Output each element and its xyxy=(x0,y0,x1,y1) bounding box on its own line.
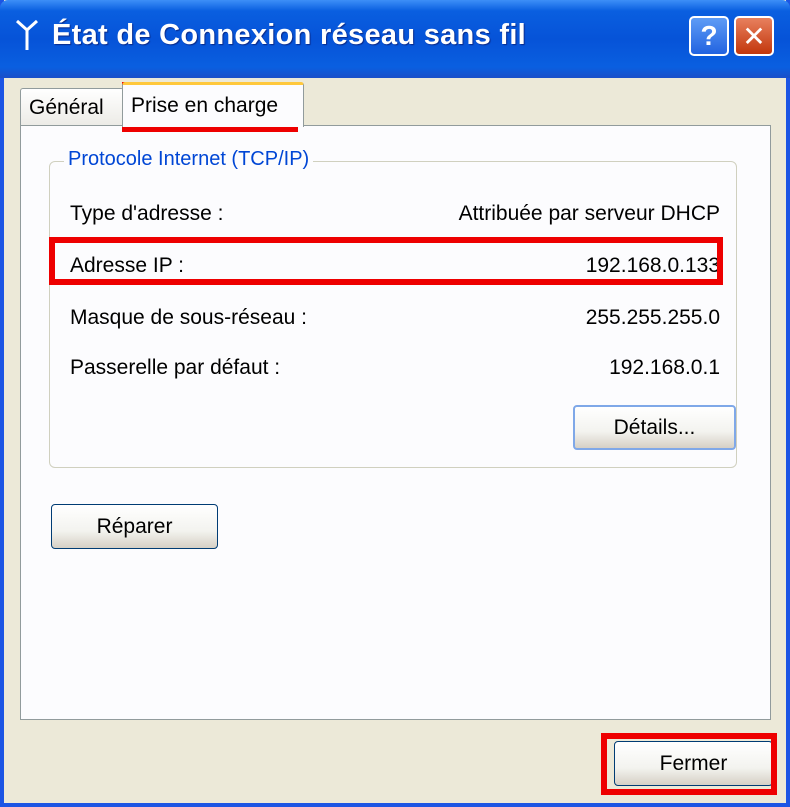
default-gateway-label: Passerelle par défaut : xyxy=(70,356,281,379)
repair-button[interactable]: Réparer xyxy=(51,504,218,549)
tab-strip: Général Prise en charge xyxy=(20,82,770,127)
groupbox-legend: Protocole Internet (TCP/IP) xyxy=(64,148,314,171)
close-button[interactable]: Fermer xyxy=(614,741,773,786)
details-button-label: Détails... xyxy=(613,415,696,439)
tab-support[interactable]: Prise en charge xyxy=(122,82,304,127)
ip-address-value: 192.168.0.133 xyxy=(585,254,720,277)
tab-general-label: Général xyxy=(29,95,104,119)
wireless-antenna-icon xyxy=(15,19,39,50)
help-button[interactable]: ? xyxy=(689,16,729,56)
close-window-button[interactable]: ✕ xyxy=(734,16,774,56)
row-default-gateway: Passerelle par défaut : 192.168.0.1 xyxy=(70,356,720,386)
tcpip-groupbox: Protocole Internet (TCP/IP) Type d'adres… xyxy=(49,148,737,468)
ip-address-label: Adresse IP : xyxy=(70,254,185,277)
address-type-value: Attribuée par serveur DHCP xyxy=(458,202,720,225)
address-type-label: Type d'adresse : xyxy=(70,202,224,225)
repair-button-label: Réparer xyxy=(96,514,173,538)
window-title: État de Connexion réseau sans fil xyxy=(52,19,527,51)
row-ip-address: Adresse IP : 192.168.0.133 xyxy=(70,254,720,284)
subnet-mask-label: Masque de sous-réseau : xyxy=(70,306,307,329)
close-button-label: Fermer xyxy=(659,751,728,775)
subnet-mask-value: 255.255.255.0 xyxy=(585,306,720,329)
tab-support-label: Prise en charge xyxy=(131,94,279,117)
title-bar[interactable]: État de Connexion réseau sans fil ? ✕ xyxy=(0,0,790,78)
details-button[interactable]: Détails... xyxy=(573,405,736,450)
help-icon: ? xyxy=(700,20,718,51)
tab-panel: Protocole Internet (TCP/IP) Type d'adres… xyxy=(20,125,771,720)
tab-general[interactable]: Général xyxy=(20,88,124,126)
default-gateway-value: 192.168.0.1 xyxy=(609,356,720,379)
row-address-type: Type d'adresse : Attribuée par serveur D… xyxy=(70,202,720,232)
close-icon: ✕ xyxy=(742,20,766,52)
row-subnet-mask: Masque de sous-réseau : 255.255.255.0 xyxy=(70,306,720,336)
